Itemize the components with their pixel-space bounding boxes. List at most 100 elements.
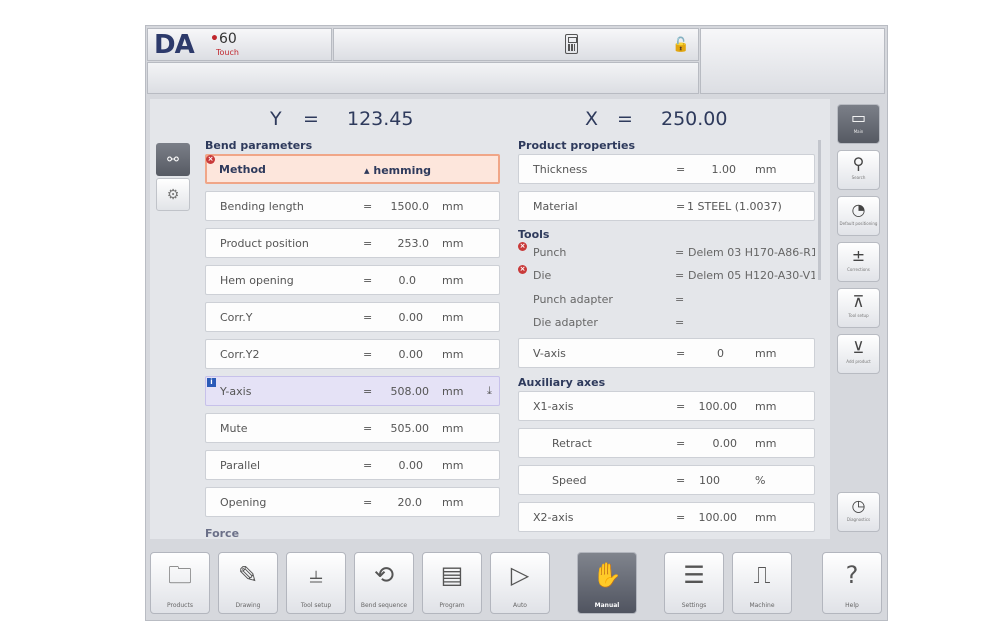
search-icon: ⚲ — [852, 154, 865, 173]
play-icon: ▷ — [510, 561, 530, 589]
nav-settings-button[interactable]: ☰ Settings — [664, 552, 724, 614]
machine-icon: ⎍ — [753, 561, 771, 589]
x1-axis-field[interactable]: X1-axis = 100.00 mm — [518, 391, 815, 421]
field-eq: = — [363, 422, 373, 435]
field-unit: mm — [442, 274, 464, 287]
help-icon: ? — [845, 561, 859, 589]
y-axis-field[interactable]: i Y-axis = 508.00 mm ⤓ — [205, 376, 500, 406]
field-value: 100.00 — [698, 511, 738, 524]
opening-field[interactable]: Opening = 20.0 mm — [205, 487, 500, 517]
field-label: Hem opening — [220, 274, 294, 287]
field-value: 20.0 — [397, 496, 423, 509]
nav-manual-button[interactable]: ✋ Manual — [577, 552, 637, 614]
nav-auto-button[interactable]: ▷ Auto — [490, 552, 550, 614]
header-status-bar: 🔓 — [333, 28, 699, 61]
punch-label: Punch — [533, 246, 567, 259]
field-eq: = — [676, 474, 686, 487]
field-value: 1 STEEL (1.0037) — [687, 200, 782, 213]
nav-label: Products — [167, 602, 193, 609]
pencil-icon: ✎ — [237, 561, 259, 589]
material-field[interactable]: Material = 1 STEEL (1.0037) — [518, 191, 815, 221]
nav-label: Tool setup — [300, 602, 332, 609]
punch-adapter-eq[interactable]: = — [675, 293, 684, 306]
tools-title: Tools — [518, 228, 550, 241]
v-axis-field[interactable]: V-axis = 0 mm — [518, 338, 815, 368]
field-unit: mm — [442, 422, 464, 435]
side-default-positioning-button[interactable]: ◔ Default positioning — [837, 196, 880, 236]
hem-opening-field[interactable]: Hem opening = 0.0 mm — [205, 265, 500, 295]
side-tool-setup-button[interactable]: ⊼ Tool setup — [837, 288, 880, 328]
side-corrections-button[interactable]: ± Corrections — [837, 242, 880, 282]
field-label: Bending length — [220, 200, 304, 213]
field-label: Parallel — [220, 459, 261, 472]
corr-y-field[interactable]: Corr.Y = 0.00 mm — [205, 302, 500, 332]
punch-value[interactable]: Delem 03 H170-A86-R10 — [688, 246, 815, 259]
side-add-product-button[interactable]: ⊻ Add product — [837, 334, 880, 374]
parallel-field[interactable]: Parallel = 0.00 mm — [205, 450, 500, 480]
field-value: 100.00 — [698, 400, 738, 413]
corr-y2-field[interactable]: Corr.Y2 = 0.00 mm — [205, 339, 500, 369]
speed-field[interactable]: Speed = 100 % — [518, 465, 815, 495]
nav-label: Program — [439, 602, 465, 609]
mute-field[interactable]: Mute = 505.00 mm — [205, 413, 500, 443]
nav-label: Bend sequence — [360, 602, 408, 609]
product-position-field[interactable]: Product position = 253.0 mm — [205, 228, 500, 258]
tab-bend-parameters[interactable]: ⚯ — [156, 143, 190, 176]
field-eq: = — [676, 511, 686, 524]
field-unit: mm — [755, 437, 777, 450]
plus-minus-icon: ± — [851, 246, 866, 265]
nav-tool-setup-button[interactable]: ⫨ Tool setup — [286, 552, 346, 614]
nav-program-button[interactable]: ▤ Program — [422, 552, 482, 614]
method-field[interactable]: × Method ▴ hemming — [205, 154, 500, 184]
side-main-button[interactable]: ▭ Main — [837, 104, 880, 144]
field-unit: mm — [442, 496, 464, 509]
die-value[interactable]: Delem 05 H120-A30-V16 — [688, 269, 815, 282]
y-value: 123.45 — [347, 108, 414, 130]
nav-label: Drawing — [235, 602, 261, 609]
dropdown-icon: ▴ — [364, 164, 374, 177]
field-unit: mm — [442, 311, 464, 324]
field-label: Retract — [552, 437, 592, 450]
method-label: Method — [219, 163, 266, 176]
nav-bend-sequence-button[interactable]: ⟲ Bend sequence — [354, 552, 414, 614]
nav-products-button[interactable]: 🗀 Products — [150, 552, 210, 614]
field-label: Y-axis — [220, 385, 252, 398]
field-eq: = — [676, 400, 686, 413]
tab-settings[interactable]: ⚙ — [156, 178, 190, 211]
nav-machine-button[interactable]: ⎍ Machine — [732, 552, 792, 614]
nav-drawing-button[interactable]: ✎ Drawing — [218, 552, 278, 614]
nav-label: Help — [845, 602, 859, 609]
bending-length-field[interactable]: Bending length = 1500.0 mm — [205, 191, 500, 221]
tool-add-icon: ⊻ — [852, 338, 865, 357]
thickness-field[interactable]: Thickness = 1.00 mm — [518, 154, 815, 184]
retract-field[interactable]: Retract = 0.00 mm — [518, 428, 815, 458]
side-label: Default positioning — [839, 221, 878, 226]
y-label: Y — [270, 108, 282, 130]
folder-icon: 🗀 — [168, 561, 192, 589]
field-value: 0.00 — [398, 348, 424, 361]
force-title: Force — [205, 527, 240, 540]
nav-help-button[interactable]: ? Help — [822, 552, 882, 614]
side-label: Add product — [846, 359, 871, 364]
panel-icon: ▭ — [850, 108, 867, 127]
x2-axis-field[interactable]: X2-axis = 100.00 mm — [518, 502, 815, 532]
field-value: 100 — [699, 474, 720, 487]
field-value: 508.00 — [390, 385, 430, 398]
nav-label: Settings — [681, 602, 707, 609]
field-value: 0.00 — [398, 311, 424, 324]
field-eq: = — [676, 437, 686, 450]
field-unit: mm — [755, 347, 777, 360]
gear-icon: ⚙ — [166, 186, 180, 203]
side-diagnostics-button[interactable]: ◷ Diagnostics — [837, 492, 880, 532]
calculator-icon[interactable] — [565, 34, 578, 54]
die-adapter-eq[interactable]: = — [675, 316, 684, 329]
lock-icon[interactable]: 🔓 — [672, 37, 689, 53]
y-eq: = — [303, 108, 319, 130]
field-eq: = — [363, 385, 373, 398]
field-label: Opening — [220, 496, 267, 509]
error-icon: × — [206, 155, 215, 164]
scrollbar[interactable] — [818, 140, 821, 280]
teach-icon[interactable]: ⤓ — [487, 384, 492, 398]
error-icon: × — [518, 242, 527, 251]
side-search-button[interactable]: ⚲ Search — [837, 150, 880, 190]
